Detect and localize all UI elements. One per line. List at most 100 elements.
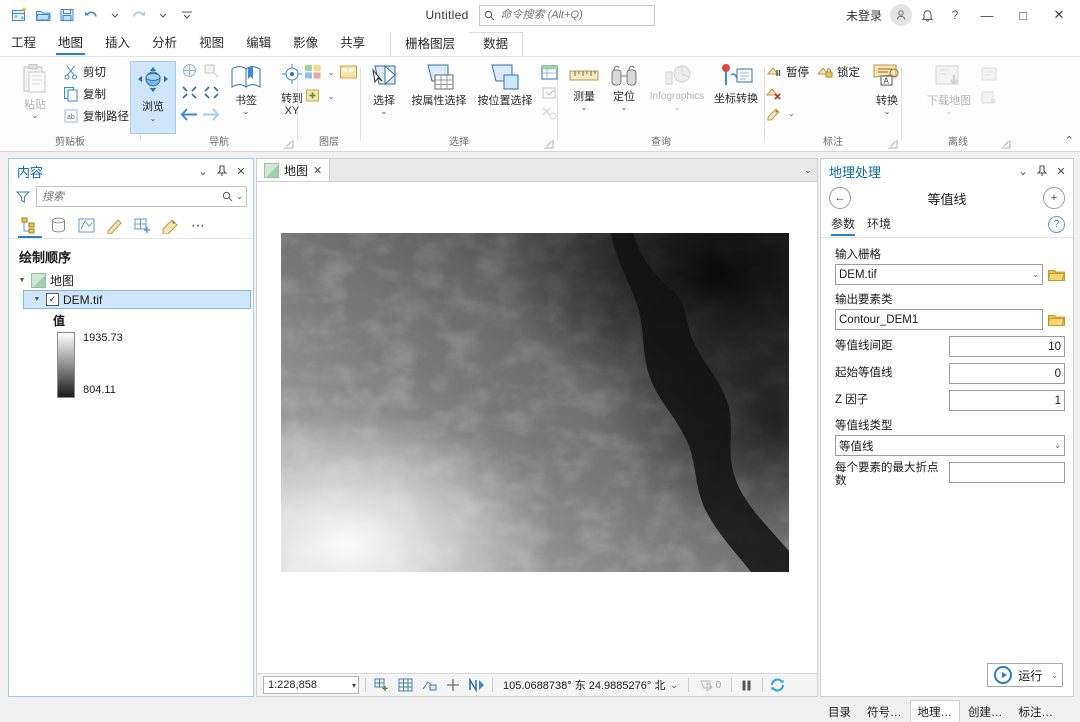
label-settings-icon[interactable] — [762, 103, 788, 123]
select-all-icon[interactable] — [538, 83, 560, 102]
tab-share[interactable]: 共享 — [329, 30, 376, 56]
collapse-ribbon-icon[interactable]: ⌃ — [1065, 134, 1074, 147]
output-features-input[interactable]: Contour_DEM1 — [835, 309, 1043, 330]
expand-arrow-icon[interactable]: ▼ — [17, 276, 27, 286]
gp-close-icon[interactable]: ✕ — [1053, 163, 1069, 179]
locate-button[interactable]: 定位 ⌄ — [604, 61, 644, 112]
map-view-tablist-dropdown-icon[interactable]: ⌄ — [799, 159, 817, 181]
list-by-drawing-order-icon[interactable] — [17, 213, 43, 238]
add-new-map-icon[interactable] — [372, 677, 390, 694]
open-project-icon[interactable] — [32, 4, 54, 26]
zoom-in-fixed-icon[interactable] — [181, 85, 198, 103]
gp-tab-environments[interactable]: 环境 — [867, 215, 891, 236]
basemap-button[interactable] — [336, 61, 360, 83]
north-indicator-icon[interactable] — [468, 677, 486, 694]
sync-offline-icon[interactable] — [977, 63, 1001, 85]
pause-labeling-button[interactable]: 暂停 — [762, 61, 813, 83]
download-map-chevron-icon[interactable]: ⌄ — [946, 108, 953, 116]
toc-layer-dem[interactable]: ▼ ✓ DEM.tif — [23, 290, 251, 309]
maximize-button[interactable]: □ — [1006, 0, 1040, 30]
offline-dialog-launcher-icon[interactable] — [1000, 139, 1011, 150]
pause-drawing-icon[interactable] — [738, 677, 756, 694]
command-search-box[interactable] — [478, 4, 655, 26]
attribute-table-icon[interactable] — [538, 63, 560, 82]
bookmarks-button[interactable]: 书签 ⌄ — [224, 61, 268, 116]
map-scale-selector[interactable]: 1:228,858 ▾ — [263, 676, 359, 694]
tab-raster-layer[interactable]: 栅格图层 — [391, 30, 470, 56]
snapping-icon[interactable] — [420, 677, 438, 694]
contents-search-box[interactable]: ⌄ — [36, 186, 247, 207]
notifications-bell-icon[interactable] — [914, 4, 940, 26]
layer-visibility-checkbox[interactable]: ✓ — [46, 293, 59, 306]
zoom-out-fixed-icon[interactable] — [203, 85, 220, 103]
add-data-chevron-icon[interactable]: ⌄ — [328, 69, 335, 77]
list-by-data-source-icon[interactable] — [45, 213, 71, 238]
tab-imagery[interactable]: 影像 — [282, 30, 329, 56]
explore-chevron-icon[interactable]: ⌄ — [150, 115, 157, 123]
list-by-snapping-icon[interactable] — [129, 213, 155, 238]
paste-chevron-icon[interactable]: ⌄ — [32, 112, 39, 120]
select-button[interactable]: 选择 ⌄ — [362, 61, 406, 116]
tab-view[interactable]: 视图 — [188, 30, 235, 56]
remove-offline-icon[interactable] — [977, 87, 1001, 109]
redo-icon[interactable] — [128, 4, 150, 26]
locate-chevron-icon[interactable]: ⌄ — [621, 104, 628, 112]
command-search-input[interactable] — [498, 8, 643, 22]
browse-input-raster-icon[interactable] — [1048, 268, 1065, 282]
clear-selection-icon[interactable] — [538, 103, 560, 122]
browse-output-features-icon[interactable] — [1048, 313, 1065, 327]
convert-labels-chevron-icon[interactable]: ⌄ — [884, 108, 891, 116]
convert-coordinates-button[interactable]: 坐标转换 — [710, 61, 762, 105]
cut-button[interactable]: 剪切 — [59, 61, 133, 83]
new-project-icon[interactable] — [8, 4, 30, 26]
list-by-editing-icon[interactable] — [101, 213, 127, 238]
select-by-attributes-button[interactable]: 按属性选择 — [406, 61, 472, 107]
labeling-dialog-launcher-icon[interactable] — [887, 139, 898, 150]
contour-type-select[interactable]: 等值线 ⌄ — [835, 435, 1065, 456]
contents-close-icon[interactable]: ✕ — [233, 163, 249, 179]
previous-extent-icon[interactable] — [179, 107, 199, 125]
expand-arrow-icon[interactable]: ▼ — [32, 295, 42, 305]
tab-symbology[interactable]: 符号… — [859, 700, 910, 722]
run-dropdown-icon[interactable]: ⌄ — [1048, 671, 1058, 680]
infographics-chevron-icon[interactable]: ⌄ — [674, 104, 681, 112]
customize-qat-icon[interactable] — [176, 4, 198, 26]
download-map-button[interactable]: 下载地图 ⌄ — [921, 61, 977, 116]
add-preset-chevron-icon[interactable]: ⌄ — [328, 93, 335, 101]
list-by-selection-icon[interactable] — [73, 213, 99, 238]
add-preset-button[interactable] — [302, 85, 326, 107]
select-chevron-icon[interactable]: ⌄ — [381, 108, 388, 116]
tab-create-features[interactable]: 创建… — [960, 700, 1011, 722]
base-contour-input[interactable]: 0 — [949, 363, 1065, 384]
tab-project[interactable]: 工程 — [0, 30, 47, 56]
crosshair-icon[interactable] — [444, 677, 462, 694]
tab-analysis[interactable]: 分析 — [141, 30, 188, 56]
next-extent-icon[interactable] — [201, 107, 221, 125]
refresh-icon[interactable] — [769, 677, 787, 694]
map-view-tab-close-icon[interactable]: ✕ — [313, 164, 322, 177]
input-raster-select[interactable]: DEM.tif ⌄ — [835, 264, 1043, 285]
add-data-button[interactable] — [302, 61, 326, 83]
measure-button[interactable]: 测量 ⌄ — [564, 61, 604, 112]
chevron-down-icon[interactable]: ⌄ — [1051, 441, 1061, 450]
copy-path-button[interactable]: ab 复制路径 — [59, 105, 133, 127]
contents-search-dropdown-icon[interactable]: ⌄ — [233, 192, 243, 201]
tab-labeling[interactable]: 标注… — [1011, 700, 1062, 722]
label-settings-chevron-icon[interactable]: ⌄ — [788, 110, 795, 118]
selection-dialog-launcher-icon[interactable] — [543, 139, 554, 150]
gp-menu-icon[interactable]: ⌄ — [1015, 163, 1031, 179]
copy-button[interactable]: 复制 — [59, 83, 133, 105]
chevron-down-icon[interactable]: ⌄ — [1029, 270, 1039, 279]
undo-icon[interactable] — [80, 4, 102, 26]
tab-geoprocessing[interactable]: 地理… — [909, 700, 960, 722]
contents-more-options-icon[interactable]: ⋯ — [191, 217, 206, 234]
map-view-tab[interactable]: 地图 ✕ — [257, 159, 331, 181]
tab-map[interactable]: 地图 — [47, 30, 94, 56]
contour-interval-input[interactable]: 10 — [949, 336, 1065, 357]
run-button[interactable]: 运行 ⌄ — [987, 663, 1063, 687]
gp-back-button[interactable]: ← — [829, 187, 851, 209]
tab-catalog[interactable]: 目录 — [820, 700, 859, 722]
toc-map-node[interactable]: ▼ 地图 — [9, 271, 253, 290]
gp-help-icon[interactable]: ? — [1048, 216, 1065, 233]
contents-menu-icon[interactable]: ⌄ — [195, 163, 211, 179]
